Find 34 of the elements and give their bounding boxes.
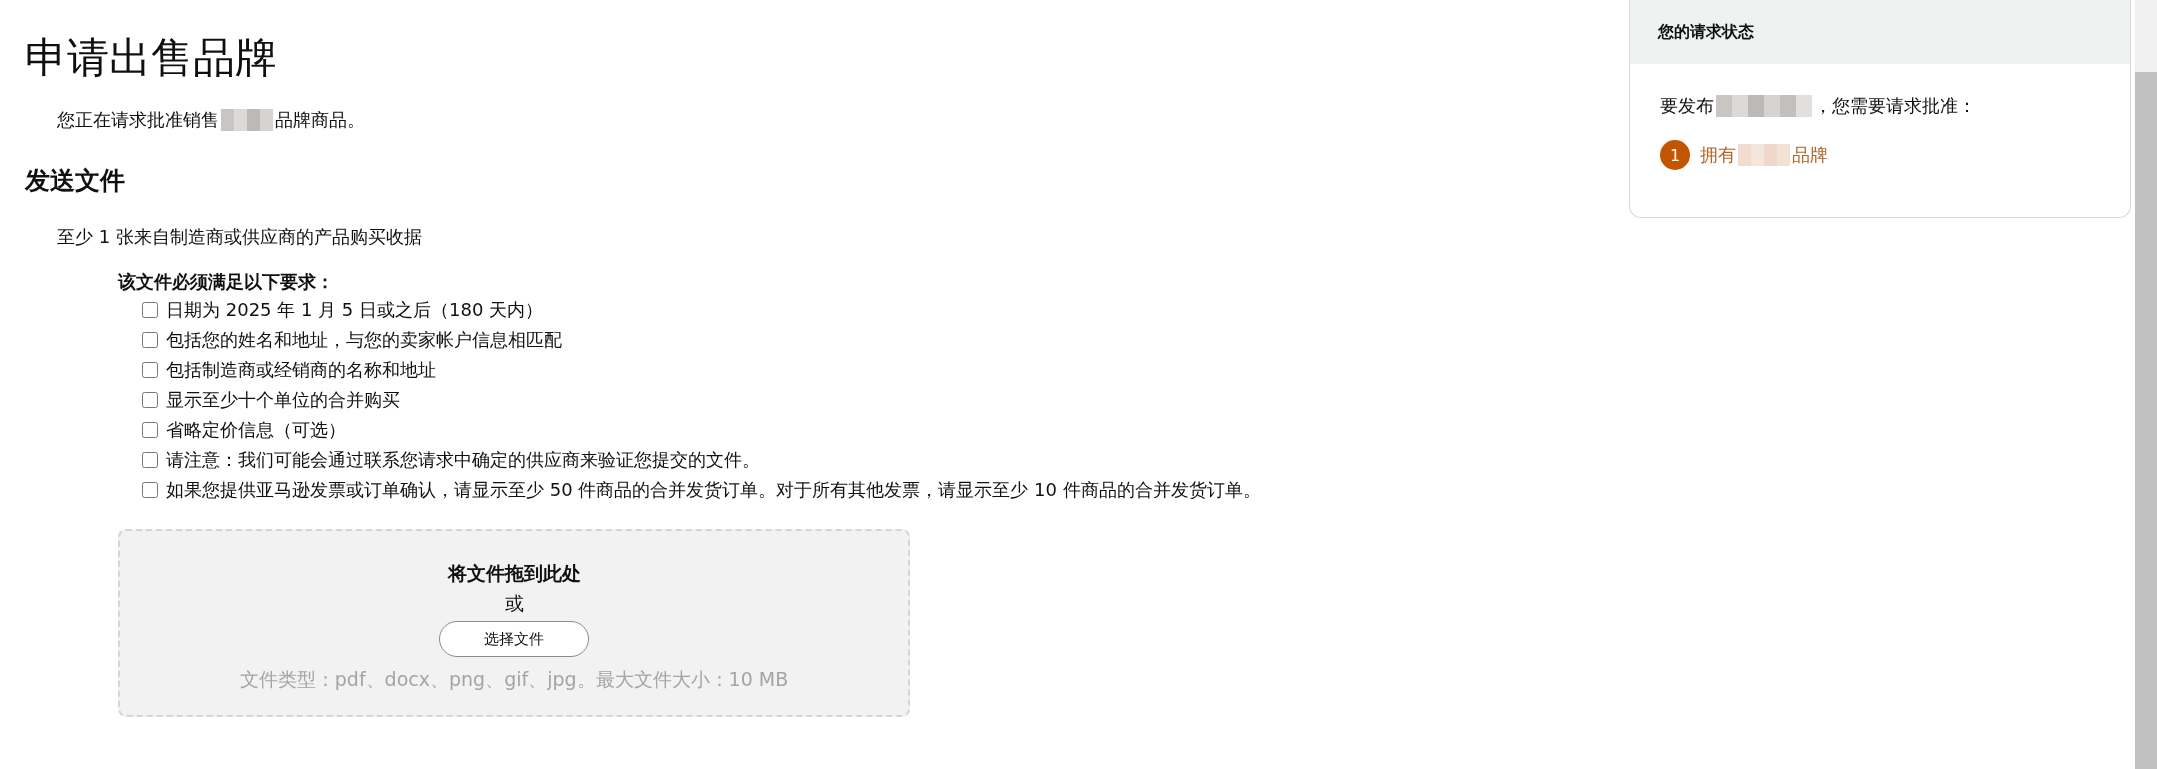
checkbox[interactable]	[142, 422, 158, 438]
intro-text: 您正在请求批准销售	[57, 108, 219, 132]
requirement-text: 包括制造商或经销商的名称和地址	[166, 358, 436, 382]
checkbox[interactable]	[142, 362, 158, 378]
drop-zone-title: 将文件拖到此处	[447, 561, 581, 586]
drop-zone[interactable]: 将文件拖到此处 或 选择文件 文件类型：pdf、docx、png、gif、jpg。最大文件大小：10 MB	[118, 529, 910, 717]
or-text: 或	[504, 591, 524, 616]
redaction-mark	[1738, 144, 1790, 166]
requirements-heading: 该文件必须满足以下要求：	[118, 270, 335, 294]
scrollbar[interactable]	[2135, 0, 2157, 769]
intro-text: 品牌商品。	[275, 108, 365, 132]
checkbox[interactable]	[142, 452, 158, 468]
card-title: 您的请求状态	[1658, 21, 1754, 43]
step-link[interactable]: 品牌	[1792, 143, 1828, 167]
requirement-text: 日期为 2025 年 1 月 5 日或之后（180 天内）	[166, 298, 544, 322]
requirement-text: 如果您提供亚马逊发票或订单确认，请显示至少 50 件商品的合并发货订单。对于所有其他发票，请显示至少 10 件商品的合并发货订单。	[166, 478, 1261, 502]
document-description: 至少 1 张来自制造商或供应商的产品购买收据	[57, 225, 423, 249]
file-type-hint: 文件类型：pdf、docx、png、gif、jpg。最大文件大小：10 MB	[239, 667, 789, 692]
checkbox[interactable]	[142, 302, 158, 318]
checkbox[interactable]	[142, 332, 158, 348]
requirement-text: 省略定价信息（可选）	[166, 418, 346, 442]
checkbox[interactable]	[142, 482, 158, 498]
step-number: 1	[1660, 140, 1690, 170]
checkbox[interactable]	[142, 392, 158, 408]
requirement-text: 请注意：我们可能会通过联系您请求中确定的供应商来验证您提交的文件。	[166, 448, 760, 472]
choose-file-button[interactable]: 选择文件	[439, 621, 589, 657]
status-text: 要发布	[1660, 94, 1714, 118]
step-link[interactable]: 拥有	[1700, 143, 1736, 167]
requirement-text: 包括您的姓名和地址，与您的卖家帐户信息相匹配	[166, 328, 562, 352]
requirement-text: 显示至少十个单位的合并购买	[166, 388, 400, 412]
status-text: ，您需要请求批准：	[1814, 94, 1976, 118]
page-title: 申请出售品牌	[25, 32, 278, 84]
redaction-mark	[221, 109, 273, 131]
section-heading: 发送文件	[25, 165, 126, 197]
